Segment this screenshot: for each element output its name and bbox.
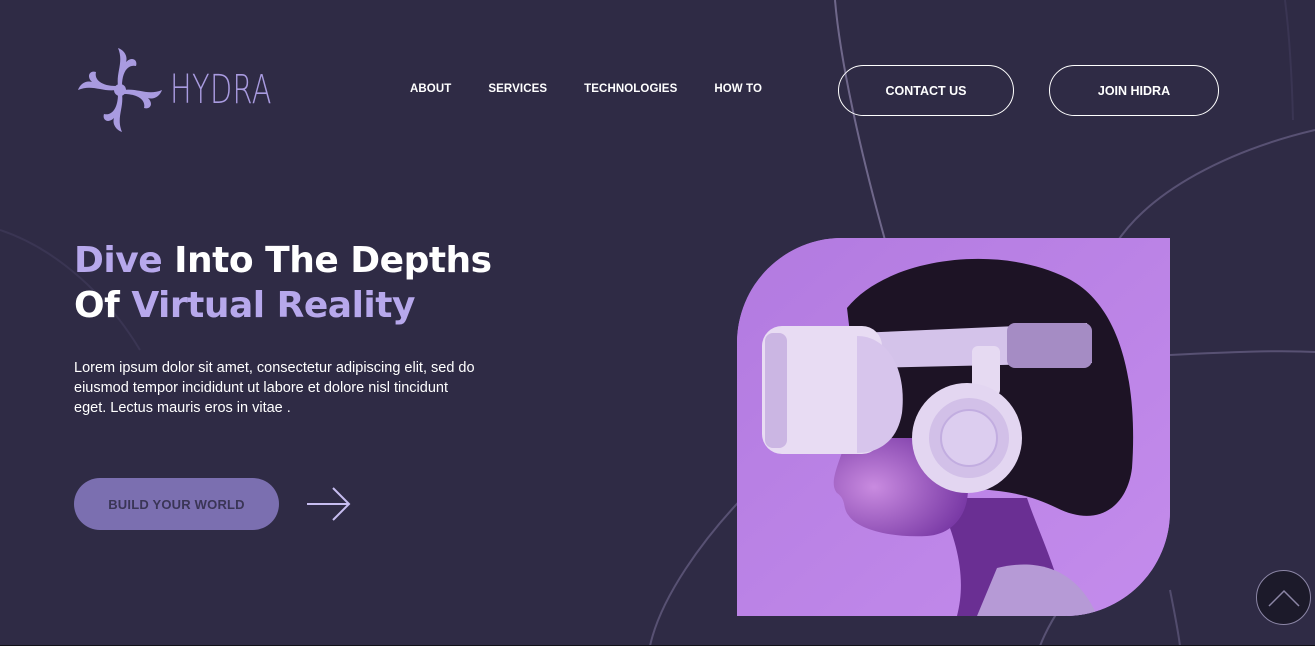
nav-item-services[interactable]: SERVICES bbox=[488, 83, 547, 95]
hydra-swirl-icon bbox=[78, 48, 162, 132]
arrow-right-icon[interactable] bbox=[303, 485, 353, 523]
hero-description: Lorem ipsum dolor sit amet, consectetur … bbox=[74, 360, 475, 416]
contact-us-button[interactable]: CONTACT US bbox=[838, 65, 1014, 116]
main-nav: ABOUT SERVICES TECHNOLOGIES HOW TO bbox=[410, 83, 762, 95]
build-your-world-button[interactable]: BUILD YOUR WORLD bbox=[74, 478, 279, 530]
chevron-up-icon bbox=[1267, 589, 1300, 607]
hero-title-text-2: Of bbox=[74, 285, 132, 326]
hero-title-accent-2: Virtual Reality bbox=[131, 285, 415, 326]
nav-item-technologies[interactable]: TECHNOLOGIES bbox=[584, 83, 677, 95]
vr-headset-person-image bbox=[737, 238, 1170, 616]
hero-title: Dive Into The Depths Of Virtual Reality bbox=[74, 238, 492, 328]
join-button[interactable]: JOIN HIDRA bbox=[1049, 65, 1219, 116]
nav-item-how-to[interactable]: HOW TO bbox=[714, 83, 762, 95]
nav-item-about[interactable]: ABOUT bbox=[410, 83, 451, 95]
hero-title-accent-1: Dive bbox=[74, 240, 163, 281]
brand-logo[interactable]: HYDRA bbox=[72, 42, 319, 138]
brand-name: HYDRA bbox=[170, 67, 272, 113]
scroll-to-top-button[interactable] bbox=[1256, 570, 1311, 625]
hero-title-text-1: Into The Depths bbox=[162, 240, 492, 281]
